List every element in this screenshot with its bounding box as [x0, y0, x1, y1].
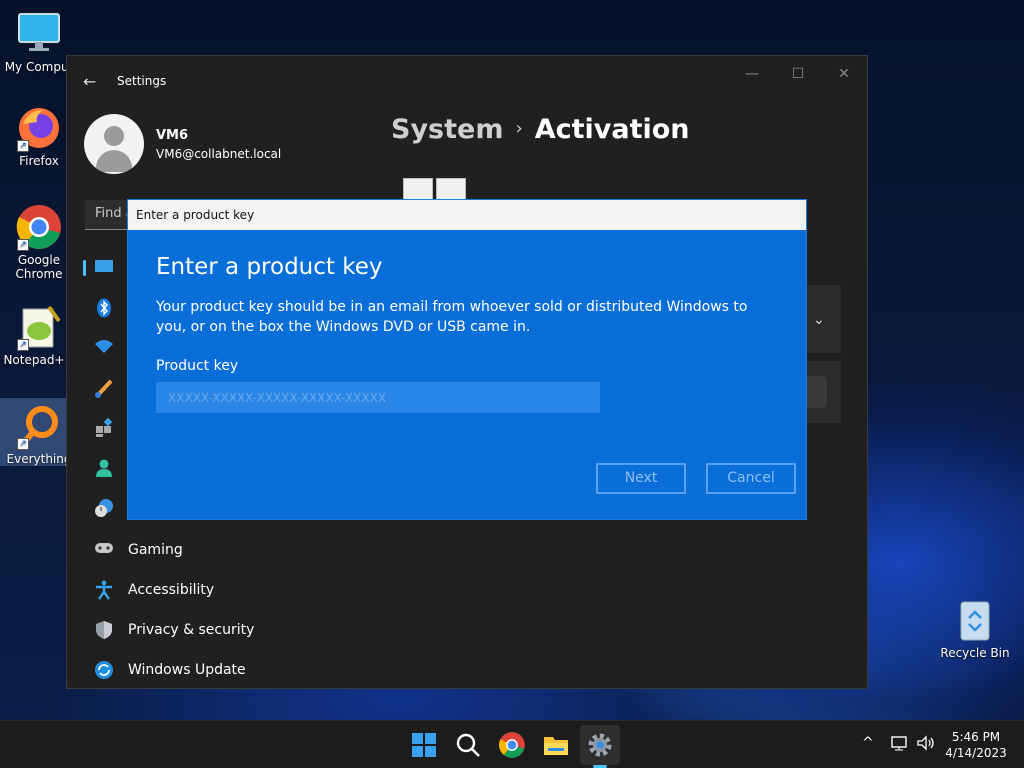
- avatar-head: [104, 126, 124, 146]
- breadcrumb-parent[interactable]: System: [391, 114, 503, 145]
- sidebar-item-label: Gaming: [128, 542, 183, 558]
- taskbar-clock[interactable]: 5:46 PM 4/14/2023: [944, 729, 1008, 761]
- search-icon[interactable]: [454, 731, 482, 759]
- breadcrumb-separator: ›: [515, 118, 523, 139]
- nav-selected-indicator: [83, 260, 86, 276]
- wifi-icon: [93, 338, 115, 360]
- activation-image-square: [403, 178, 433, 200]
- bluetooth-icon: [93, 298, 115, 320]
- dialog-heading: Enter a product key: [156, 254, 383, 280]
- shortcut-arrow-icon: ↗: [17, 339, 29, 351]
- breadcrumb: System › Activation: [391, 114, 690, 145]
- chevron-down-icon[interactable]: ⌄: [813, 312, 825, 328]
- sidebar-item-label: Privacy & security: [128, 622, 255, 638]
- cancel-button[interactable]: Cancel: [706, 463, 796, 494]
- minimize-icon[interactable]: —: [737, 66, 767, 82]
- network-icon[interactable]: [890, 735, 910, 755]
- next-button[interactable]: Next: [596, 463, 686, 494]
- desktop-icon-recycle-bin[interactable]: Recycle Bin: [940, 596, 1010, 660]
- product-key-label: Product key: [156, 358, 239, 374]
- avatar[interactable]: [84, 114, 144, 174]
- sidebar-item-windows-update[interactable]: Windows Update: [93, 656, 273, 686]
- time-language-icon: [93, 498, 115, 520]
- chrome-icon: ↗: [15, 203, 63, 251]
- firefox-icon: ↗: [15, 104, 63, 152]
- user-name: VM6: [156, 128, 189, 143]
- product-key-input[interactable]: [156, 382, 600, 413]
- sidebar-item-label: Windows Update: [128, 662, 246, 678]
- system-icon: [93, 258, 115, 280]
- settings-gear-icon[interactable]: [586, 731, 614, 759]
- dialog-titlebar: Enter a product key: [128, 200, 806, 230]
- recycle-bin-icon: [955, 596, 995, 642]
- clock-date: 4/14/2023: [945, 746, 1007, 760]
- shortcut-arrow-icon: ↗: [17, 140, 29, 152]
- volume-icon[interactable]: [916, 735, 936, 755]
- personalization-icon: [93, 378, 115, 400]
- sidebar-item-accessibility[interactable]: Accessibility: [93, 576, 273, 606]
- shortcut-arrow-icon: ↗: [17, 239, 29, 251]
- accounts-icon: [93, 458, 115, 480]
- shield-icon: [93, 620, 115, 642]
- product-key-dialog: Enter a product key Enter a product key …: [127, 199, 807, 520]
- sidebar-item-privacy-security[interactable]: Privacy & security: [93, 616, 273, 646]
- desktop-icon-label: Recycle Bin: [940, 646, 1010, 660]
- show-hidden-icons-chevron-icon[interactable]: ^: [862, 735, 874, 751]
- window-titlebar: ← Settings — ☐ ✕: [67, 56, 867, 106]
- user-email: VM6@collabnet.local: [156, 147, 282, 161]
- apps-icon: [93, 417, 115, 440]
- sidebar-item-gaming[interactable]: Gaming: [93, 536, 273, 566]
- file-explorer-icon[interactable]: [542, 731, 570, 759]
- everything-search-icon: ↗: [15, 402, 63, 450]
- back-arrow-icon[interactable]: ←: [83, 72, 96, 91]
- update-icon: [93, 660, 115, 682]
- shortcut-arrow-icon: ↗: [17, 438, 29, 450]
- sidebar-item-label: Accessibility: [128, 582, 215, 598]
- taskbar: ^ 5:46 PM 4/14/2023: [0, 720, 1024, 768]
- maximize-icon[interactable]: ☐: [783, 66, 813, 82]
- notepadpp-icon: ↗: [15, 303, 63, 351]
- avatar-body: [96, 150, 132, 172]
- chrome-icon[interactable]: [498, 731, 526, 759]
- activation-image-square: [436, 178, 466, 200]
- close-icon[interactable]: ✕: [829, 66, 859, 82]
- dialog-description: Your product key should be in an email f…: [156, 299, 748, 335]
- window-title: Settings: [117, 74, 167, 88]
- page-title: Activation: [534, 114, 690, 145]
- accessibility-icon: [93, 580, 115, 602]
- gaming-icon: [93, 540, 115, 562]
- monitor-icon: [15, 10, 63, 58]
- start-windows-icon[interactable]: [410, 731, 438, 759]
- clock-time: 5:46 PM: [951, 730, 1001, 744]
